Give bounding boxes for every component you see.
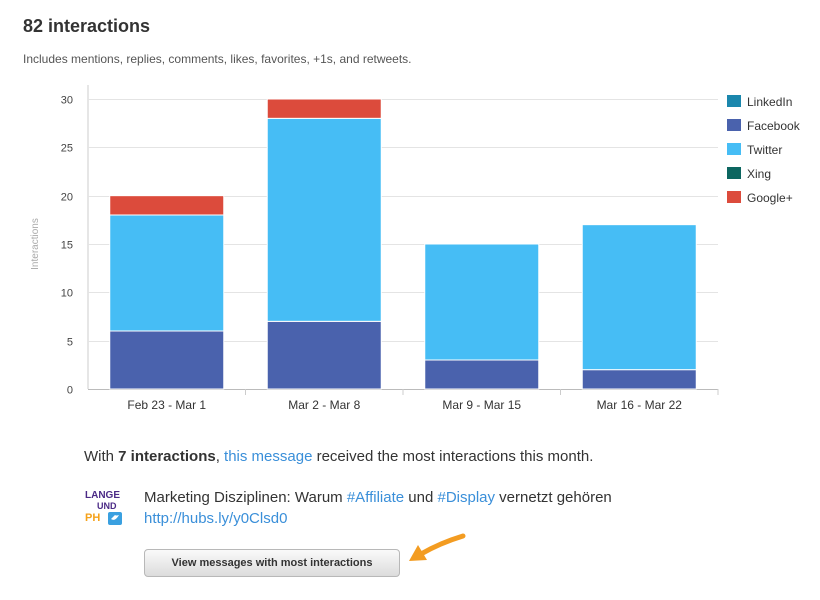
- x-tick-label: Mar 9 - Mar 15: [442, 398, 521, 412]
- arrow-shaft: [418, 533, 466, 557]
- y-tick-label: 15: [61, 240, 73, 252]
- message-text-1: Marketing Disziplinen: Warum: [144, 489, 347, 506]
- hashtag-affiliate-link[interactable]: #Affiliate: [347, 489, 404, 506]
- arrow-pointer-icon: [409, 533, 466, 561]
- top-message-text: Marketing Disziplinen: Warum #Affiliate …: [144, 487, 704, 529]
- legend-label: Google+: [747, 191, 793, 205]
- avatar-text-line-3: PH: [85, 512, 100, 524]
- legend-swatch: [727, 95, 741, 107]
- avatar: LANGE UND PH: [84, 487, 124, 527]
- summary-sentence: With 7 interactions, this message receiv…: [84, 448, 593, 465]
- avatar-text-line-2: UND: [97, 501, 117, 511]
- y-tick-label: 25: [61, 143, 73, 155]
- bar-facebook[interactable]: [109, 330, 225, 390]
- message-text-3: vernetzt gehören: [495, 489, 612, 506]
- legend-label: LinkedIn: [747, 95, 792, 109]
- x-tick-label: Mar 16 - Mar 22: [597, 398, 683, 412]
- hashtag-display-link[interactable]: #Display: [437, 489, 495, 506]
- bar-facebook[interactable]: [424, 359, 540, 390]
- y-tick-label: 5: [67, 337, 73, 349]
- x-tick-label: Mar 2 - Mar 8: [288, 398, 360, 412]
- summary-count: 7 interactions: [118, 448, 216, 465]
- bar-google[interactable]: [266, 98, 382, 119]
- legend-label: Twitter: [747, 143, 782, 157]
- x-tick-label: Feb 23 - Mar 1: [127, 398, 206, 412]
- bar-twitter[interactable]: [266, 117, 382, 322]
- interactions-chart: 0 5 10 15 20 25 30 Interactions Feb 23 - Mar 1 Ma…: [30, 85, 801, 412]
- legend-swatch: [727, 119, 741, 131]
- view-most-interactions-button[interactable]: View messages with most interactions: [144, 549, 400, 577]
- top-message-link[interactable]: this message: [224, 448, 312, 465]
- legend-label: Facebook: [747, 119, 801, 133]
- message-url-link[interactable]: http://hubs.ly/y0Clsd0: [144, 510, 287, 527]
- bar-twitter[interactable]: [109, 214, 225, 332]
- legend-swatch: [727, 191, 741, 203]
- message-text-2: und: [404, 489, 438, 506]
- y-axis-label: Interactions: [30, 218, 41, 270]
- y-tick-label: 10: [61, 288, 73, 300]
- summary-suffix: received the most interactions this mont…: [312, 448, 594, 465]
- summary-prefix: With: [84, 448, 119, 465]
- y-tick-label: 30: [61, 95, 73, 107]
- bar-twitter[interactable]: [424, 243, 540, 361]
- legend-swatch: [727, 143, 741, 155]
- y-tick-label: 20: [61, 192, 73, 204]
- legend-label: Xing: [747, 167, 771, 181]
- bar-facebook[interactable]: [581, 369, 697, 390]
- bar-google[interactable]: [109, 195, 225, 216]
- summary-comma: ,: [215, 448, 225, 465]
- avatar-text-line-1: LANGE: [85, 490, 120, 501]
- y-tick-label: 0: [67, 385, 73, 397]
- legend-swatch: [727, 167, 741, 179]
- bar-facebook[interactable]: [266, 320, 382, 390]
- bar-twitter[interactable]: [581, 224, 697, 371]
